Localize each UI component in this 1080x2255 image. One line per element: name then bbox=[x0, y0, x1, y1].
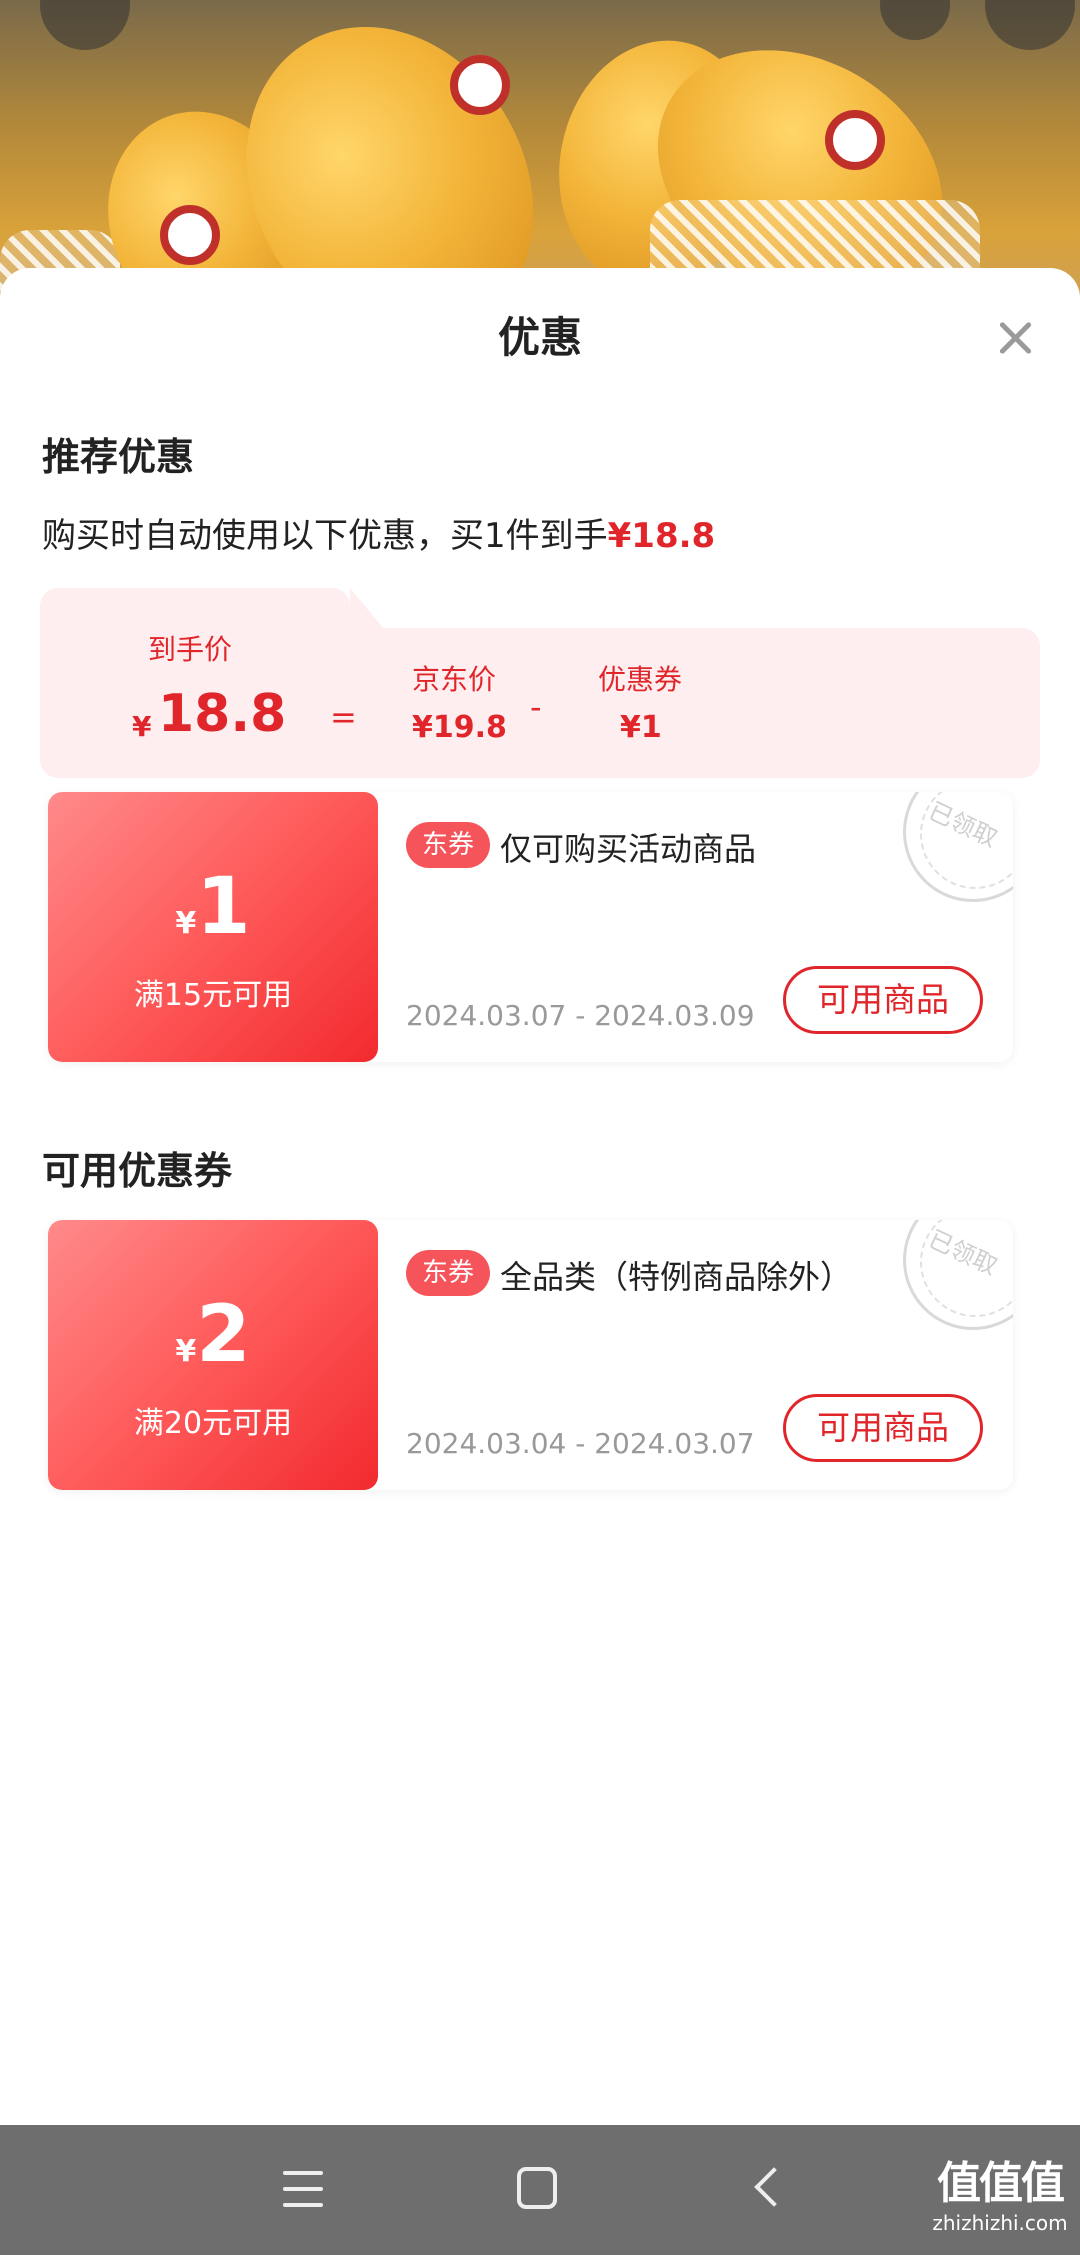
watermark-main: 值值值 bbox=[937, 2158, 1065, 2209]
summary-text: 购买时自动使用以下优惠，买1件到手 bbox=[42, 516, 608, 556]
coupon-dates: 2024.03.04 - 2024.03.07 bbox=[406, 1427, 755, 1460]
coupon-tag: 东券 bbox=[406, 822, 491, 868]
sheet-title: 优惠 bbox=[497, 313, 582, 362]
cart-button[interactable] bbox=[985, 0, 1075, 50]
menu-icon[interactable] bbox=[283, 2171, 323, 2207]
recommended-section-title: 推荐优惠 bbox=[42, 435, 195, 479]
mango-sticker bbox=[450, 55, 510, 115]
coupon-description: 仅可购买活动商品 bbox=[500, 830, 757, 868]
mango-sticker bbox=[160, 205, 220, 265]
final-price-value: 18.8 bbox=[158, 684, 287, 744]
coupon-card[interactable]: ¥1 满15元可用 已领取 东券 仅可购买活动商品 2024.03.07 - 2… bbox=[48, 792, 1013, 1062]
price-breakdown-panel: 到手价 ¥ 18.8 = 京东价 ¥19.8 - 优惠券 ¥1 bbox=[40, 588, 1040, 778]
coupon-amount-value: 2 bbox=[196, 1290, 251, 1380]
home-icon[interactable] bbox=[517, 2167, 557, 2209]
coupon-description: 全品类（特例商品除外） bbox=[500, 1258, 853, 1296]
claimed-stamp-text: 已领取 bbox=[924, 1224, 1002, 1281]
available-coupons-section-title: 可用优惠券 bbox=[42, 1149, 233, 1193]
coupon-value: ¥1 bbox=[620, 710, 662, 745]
coupon-condition: 满20元可用 bbox=[133, 1406, 293, 1441]
coupon-yen: ¥ bbox=[175, 906, 197, 941]
final-price-yen: ¥ bbox=[132, 710, 152, 743]
final-price-label: 到手价 bbox=[148, 633, 233, 666]
coupon-tag: 东券 bbox=[406, 1250, 491, 1296]
minus-sign: - bbox=[530, 688, 542, 726]
close-icon[interactable] bbox=[990, 313, 1040, 363]
discount-sheet: 优惠 推荐优惠 购买时自动使用以下优惠，买1件到手¥18.8 到手价 ¥ 18.… bbox=[0, 268, 1080, 2125]
back-button[interactable] bbox=[40, 0, 130, 50]
summary-price: ¥18.8 bbox=[607, 516, 716, 556]
claimed-stamp-icon: 已领取 bbox=[903, 1220, 1013, 1330]
available-products-button[interactable]: 可用商品 bbox=[783, 1394, 983, 1462]
jd-price-value: ¥19.8 bbox=[412, 710, 507, 745]
recommended-summary: 购买时自动使用以下优惠，买1件到手¥18.8 bbox=[42, 508, 715, 557]
system-navigation-bar: 值值值 zhizhizhi.com bbox=[0, 2125, 1080, 2255]
coupon-amount: ¥1 bbox=[48, 862, 378, 952]
coupon-amount-block: ¥2 满20元可用 bbox=[48, 1220, 378, 1490]
coupon-dates: 2024.03.07 - 2024.03.09 bbox=[406, 999, 755, 1032]
coupon-condition: 满15元可用 bbox=[133, 978, 293, 1013]
claimed-stamp-text: 已领取 bbox=[924, 796, 1002, 853]
coupon-yen: ¥ bbox=[175, 1334, 197, 1369]
coupon-amount-block: ¥1 满15元可用 bbox=[48, 792, 378, 1062]
back-icon[interactable] bbox=[754, 2167, 794, 2207]
equals-sign: = bbox=[330, 698, 357, 736]
available-products-button[interactable]: 可用商品 bbox=[783, 966, 983, 1034]
watermark-logo: 值值值 zhizhizhi.com bbox=[930, 2147, 1070, 2235]
watermark-sub: zhizhizhi.com bbox=[932, 2211, 1068, 2235]
mango-sticker bbox=[825, 110, 885, 170]
coupon-amount: ¥2 bbox=[48, 1290, 378, 1380]
share-button[interactable] bbox=[880, 0, 950, 40]
coupon-amount-value: 1 bbox=[196, 862, 251, 952]
claimed-stamp-icon: 已领取 bbox=[903, 792, 1013, 902]
coupon-label: 优惠券 bbox=[598, 663, 683, 696]
jd-price-label: 京东价 bbox=[412, 663, 497, 696]
coupon-card[interactable]: ¥2 满20元可用 已领取 东券 全品类（特例商品除外） 2024.03.04 … bbox=[48, 1220, 1013, 1490]
